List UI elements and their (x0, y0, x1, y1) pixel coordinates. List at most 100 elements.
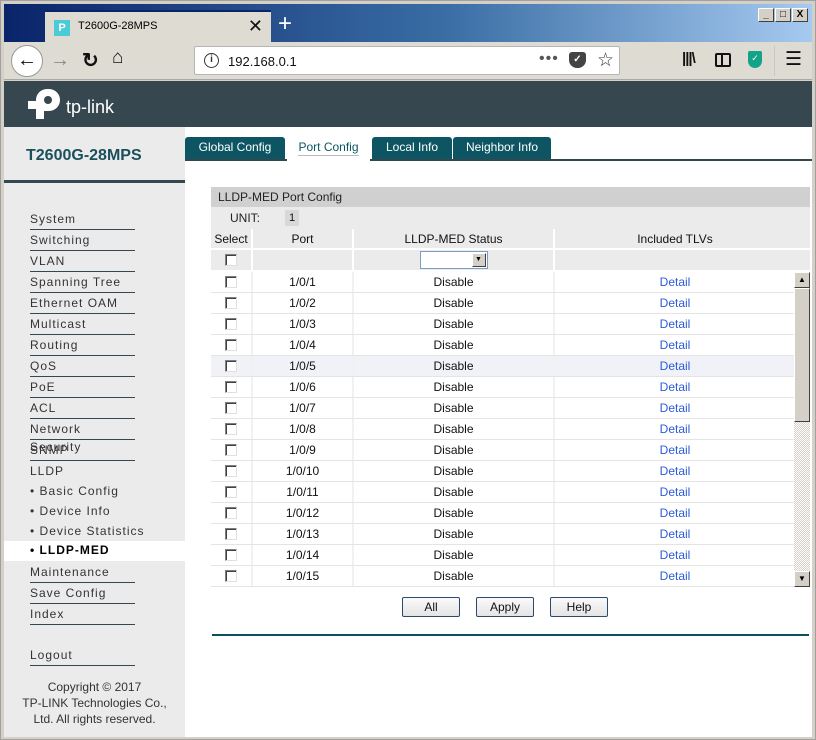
tab-label: Neighbor Info (465, 140, 539, 154)
sidebar-item-vlan[interactable]: VLAN (30, 252, 135, 272)
detail-link[interactable]: Detail (660, 359, 691, 373)
tab-title: T2600G-28MPS (78, 20, 158, 32)
detail-link[interactable]: Detail (660, 569, 691, 583)
maximize-button[interactable]: □ (775, 8, 791, 22)
sidebar-item-lldp[interactable]: LLDP (30, 462, 185, 482)
sidebar-item-poe[interactable]: PoE (30, 378, 135, 398)
sidebar-item-network-security[interactable]: Network Security (30, 420, 135, 454)
tab-local-info[interactable]: Local Info (372, 137, 452, 159)
row-checkbox[interactable] (225, 507, 237, 519)
sidebar-item-save-config[interactable]: Save Config (30, 584, 135, 604)
reload-button[interactable]: ↻ (82, 48, 99, 73)
sidebar-subitem-device-statistics[interactable]: • Device Statistics (30, 522, 185, 542)
row-checkbox[interactable] (225, 444, 237, 456)
select-all-checkbox[interactable] (225, 254, 237, 266)
sidebar-item-switching[interactable]: Switching (30, 231, 135, 251)
new-tab-button[interactable]: + (278, 12, 292, 36)
row-checkbox[interactable] (225, 318, 237, 330)
tab-neighbor-info[interactable]: Neighbor Info (453, 137, 551, 159)
sidebar-item-acl[interactable]: ACL (30, 399, 135, 419)
address-bar[interactable]: i 192.168.0.1 ••• ✓ ☆ (194, 46, 620, 75)
copyright-text: Copyright © 2017 TP-LINK Technologies Co… (4, 679, 185, 727)
detail-link[interactable]: Detail (660, 506, 691, 520)
forward-button[interactable]: → (50, 49, 70, 72)
sidebar-item-ethernet-oam[interactable]: Ethernet OAM (30, 294, 135, 314)
apply-button[interactable]: Apply (476, 597, 534, 617)
tab-global-config[interactable]: Global Config (185, 137, 285, 159)
vertical-scrollbar[interactable]: ▲ ▼ (794, 272, 810, 587)
row-checkbox[interactable] (225, 528, 237, 540)
row-checkbox[interactable] (225, 423, 237, 435)
detail-link[interactable]: Detail (660, 527, 691, 541)
unit-button[interactable]: 1 (285, 210, 299, 226)
row-checkbox[interactable] (225, 486, 237, 498)
detail-link[interactable]: Detail (660, 464, 691, 478)
row-checkbox[interactable] (225, 381, 237, 393)
pocket-icon[interactable]: ✓ (569, 52, 586, 68)
browser-tab[interactable]: P T2600G-28MPS ✕ (45, 10, 271, 42)
detail-link[interactable]: Detail (660, 338, 691, 352)
help-button[interactable]: Help (550, 597, 608, 617)
table-row: 1/0/13 Disable Detail (211, 524, 810, 545)
hamburger-menu-icon[interactable]: ☰ (785, 48, 802, 71)
close-tab-icon[interactable]: ✕ (248, 16, 263, 36)
sidebar-item-maintenance[interactable]: Maintenance (30, 563, 135, 583)
port-cell: 1/0/3 (253, 314, 354, 334)
row-checkbox[interactable] (225, 339, 237, 351)
sidebar-toggle-icon[interactable] (715, 53, 731, 67)
sidebar-item-qos[interactable]: QoS (30, 357, 135, 377)
row-checkbox[interactable] (225, 465, 237, 477)
scroll-up-button[interactable]: ▲ (794, 272, 810, 288)
status-select[interactable]: ▼ (419, 251, 488, 269)
row-checkbox[interactable] (225, 570, 237, 582)
minimize-button[interactable]: _ (758, 8, 774, 22)
detail-link[interactable]: Detail (660, 422, 691, 436)
select-cell (211, 293, 253, 313)
sidebar-subitem-lldp-med[interactable]: • LLDP-MED (4, 541, 185, 561)
sidebar-item-system[interactable]: System (30, 210, 135, 230)
detail-link[interactable]: Detail (660, 443, 691, 457)
close-window-button[interactable]: X (792, 8, 808, 22)
row-checkbox[interactable] (225, 276, 237, 288)
sidebar-item-snmp[interactable]: SNMP (30, 441, 135, 461)
logout-link[interactable]: Logout (30, 646, 135, 666)
row-checkbox[interactable] (225, 360, 237, 372)
sidebar-subitem-basic-config[interactable]: • Basic Config (30, 482, 185, 502)
home-button[interactable]: ⌂ (112, 47, 123, 69)
detail-link[interactable]: Detail (660, 380, 691, 394)
info-icon[interactable]: i (204, 53, 219, 68)
scroll-down-button[interactable]: ▼ (794, 571, 810, 587)
brand-header: tp-link (4, 81, 812, 127)
sidebar-item-index[interactable]: Index (30, 605, 135, 625)
sidebar-subitem-device-info[interactable]: • Device Info (30, 502, 185, 522)
library-icon[interactable]: |||\ (682, 50, 696, 67)
detail-link[interactable]: Detail (660, 296, 691, 310)
all-button[interactable]: All (402, 597, 460, 617)
row-checkbox[interactable] (225, 549, 237, 561)
dropdown-arrow-icon[interactable]: ▼ (471, 253, 486, 267)
select-cell (211, 398, 253, 418)
row-checkbox[interactable] (225, 402, 237, 414)
scrollbar-thumb[interactable] (794, 288, 810, 422)
shield-extension-icon[interactable]: ✓ (748, 51, 762, 68)
select-cell (211, 503, 253, 523)
detail-link[interactable]: Detail (660, 485, 691, 499)
row-checkbox[interactable] (225, 297, 237, 309)
detail-link[interactable]: Detail (660, 275, 691, 289)
select-cell (211, 566, 253, 586)
sidebar-item-routing[interactable]: Routing (30, 336, 135, 356)
tab-port-config[interactable]: Port Config (287, 137, 370, 161)
select-cell (211, 356, 253, 376)
bookmark-star-icon[interactable]: ☆ (597, 49, 614, 72)
detail-link[interactable]: Detail (660, 401, 691, 415)
sidebar-item-multicast[interactable]: Multicast (30, 315, 135, 335)
action-buttons: All Apply Help (402, 597, 608, 617)
back-button[interactable]: ← (11, 45, 43, 77)
status-cell: Disable (354, 545, 555, 565)
url-text[interactable]: 192.168.0.1 (228, 54, 297, 69)
page-actions-icon[interactable]: ••• (539, 50, 559, 68)
browser-toolbar: ← → ↻ ⌂ i 192.168.0.1 ••• ✓ ☆ |||\ ✓ ☰ (4, 42, 812, 80)
detail-link[interactable]: Detail (660, 548, 691, 562)
sidebar-item-spanning-tree[interactable]: Spanning Tree (30, 273, 135, 293)
detail-link[interactable]: Detail (660, 317, 691, 331)
